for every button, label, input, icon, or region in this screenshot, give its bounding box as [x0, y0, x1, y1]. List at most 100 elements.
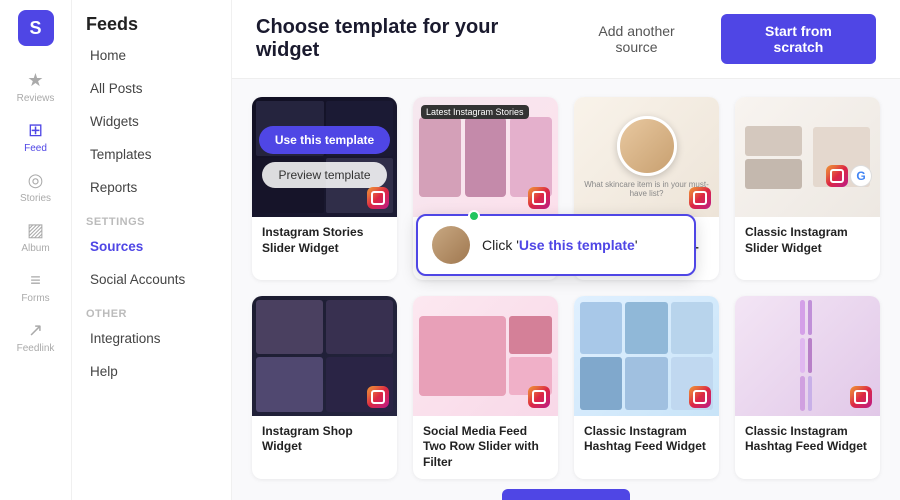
row-item [580, 357, 622, 410]
card-thumb-1: Latest Instagram Stories [413, 97, 558, 217]
forms-icon: ≡ [30, 270, 41, 291]
feedlink-icon: ↗ [28, 320, 43, 341]
google-icon-3: G [850, 165, 872, 187]
instagram-icon-5 [528, 386, 550, 408]
ugc-item [745, 159, 802, 189]
story-item [419, 117, 461, 197]
feed-icon: ⊞ [28, 120, 43, 141]
card-footer-0: Instagram Stories Slider Widget [252, 217, 397, 264]
platform-badges-3: G [826, 165, 872, 187]
template-card-1[interactable]: Latest Instagram Stories Instagram Stori… [413, 97, 558, 280]
reviews-icon: ★ [27, 70, 43, 91]
menu-item-reports[interactable]: Reports [76, 172, 227, 203]
card-title-0: Instagram Stories Slider Widget [262, 225, 387, 256]
social-accounts-label: Social Accounts [90, 272, 185, 287]
instagram-icon-7 [850, 386, 872, 408]
card-title-6: Classic Instagram Hashtag Feed Widget [584, 424, 709, 455]
ugc-col-1 [741, 120, 806, 195]
platform-badge-7 [850, 386, 872, 408]
preview-template-button-0[interactable]: Preview template [262, 162, 386, 188]
card-thumb-5 [413, 296, 558, 416]
sidebar-item-forms[interactable]: ≡ Forms [0, 262, 71, 312]
home-label: Home [90, 48, 126, 63]
card-title-4: Instagram Shop Widget [262, 424, 387, 455]
instagram-icon-0 [367, 187, 389, 209]
load-more-button[interactable]: Load more [502, 489, 630, 500]
sidebar-item-stories-label: Stories [20, 193, 51, 204]
sidebar-item-album[interactable]: ▨ Album [0, 212, 71, 262]
album-icon: ▨ [27, 220, 44, 241]
app-container: S ★ Reviews ⊞ Feed ◎ Stories ▨ Album ≡ F… [0, 0, 900, 500]
widgets-label: Widgets [90, 114, 139, 129]
instagram-icon-3 [826, 165, 848, 187]
sidebar-item-stories[interactable]: ◎ Stories [0, 162, 71, 212]
templates-grid: Use this template Preview template Insta… [252, 97, 880, 479]
sidebar-item-feed-label: Feed [24, 143, 47, 154]
instagram-icon-4 [367, 386, 389, 408]
card-title-1: Instagram Stories And Posts Popup Widget [423, 225, 548, 272]
thumb-cell [326, 300, 393, 355]
card-footer-2: Premium UGC Widget: Instagram + Google r… [574, 217, 719, 280]
main-content: Choose template for your widget Add anot… [232, 0, 900, 500]
template-card-0[interactable]: Use this template Preview template Insta… [252, 97, 397, 280]
add-source-button[interactable]: Add another source [564, 15, 709, 63]
header-actions: Add another source Start from scratch [564, 14, 876, 64]
page-header: Choose template for your widget Add anot… [232, 0, 900, 79]
hashtag-item [808, 376, 813, 411]
menu-item-sources[interactable]: Sources [76, 231, 227, 262]
latest-label: Latest Instagram Stories [421, 105, 529, 119]
sources-label: Sources [90, 239, 143, 254]
template-card-2[interactable]: What skincare item is in your must-have … [574, 97, 719, 280]
template-card-7[interactable]: Classic Instagram Hashtag Feed Widget [735, 296, 880, 479]
integrations-label: Integrations [90, 331, 161, 346]
card-thumb-0: Use this template Preview template [252, 97, 397, 217]
menu-item-home[interactable]: Home [76, 40, 227, 71]
stories-icon: ◎ [28, 170, 44, 191]
card-footer-6: Classic Instagram Hashtag Feed Widget [574, 416, 719, 463]
hashtag-item [808, 300, 813, 335]
menu-item-templates[interactable]: Templates [76, 139, 227, 170]
menu-item-integrations[interactable]: Integrations [76, 323, 227, 354]
content-area: Click 'Use this template' [232, 79, 900, 500]
hashtag-item [800, 300, 805, 335]
reports-label: Reports [90, 180, 137, 195]
story-item [510, 117, 552, 197]
card-title-7: Classic Instagram Hashtag Feed Widget [745, 424, 870, 455]
platform-badge-0 [367, 187, 389, 209]
platform-badge-1 [528, 187, 550, 209]
card-footer-7: Classic Instagram Hashtag Feed Widget [735, 416, 880, 463]
sidebar-item-reviews[interactable]: ★ Reviews [0, 62, 71, 112]
row-item [625, 302, 667, 355]
sidebar-item-feedlink[interactable]: ↗ Feedlink [0, 312, 71, 362]
app-logo[interactable]: S [18, 10, 54, 46]
card-title-3: Classic Instagram Slider Widget [745, 225, 870, 256]
template-card-4[interactable]: Instagram Shop Widget [252, 296, 397, 479]
template-card-3[interactable]: G Classic Instagram Slider Widget [735, 97, 880, 280]
two-row-1 [580, 302, 713, 355]
sidebar-item-feed[interactable]: ⊞ Feed [0, 112, 71, 162]
card-footer-1: Instagram Stories And Posts Popup Widget [413, 217, 558, 280]
templates-label: Templates [90, 147, 152, 162]
shop-side [509, 316, 552, 395]
thumb-hashtag-content [794, 296, 821, 416]
other-section-label: Other [72, 296, 231, 322]
start-from-scratch-button[interactable]: Start from scratch [721, 14, 876, 64]
thumb-cell [256, 300, 323, 355]
menu-item-all-posts[interactable]: All Posts [76, 73, 227, 104]
card-title-2: Premium UGC Widget: Instagram + Google r… [584, 225, 709, 272]
use-template-button-0[interactable]: Use this template [259, 126, 390, 154]
settings-section-label: Settings [72, 204, 231, 230]
sidebar-wide: Feeds Home All Posts Widgets Templates R… [72, 0, 232, 500]
menu-item-widgets[interactable]: Widgets [76, 106, 227, 137]
template-card-6[interactable]: Classic Instagram Hashtag Feed Widget [574, 296, 719, 479]
template-card-5[interactable]: Social Media Feed Two Row Slider with Fi… [413, 296, 558, 479]
instagram-icon-2 [689, 187, 711, 209]
shop-main-img [419, 316, 506, 396]
shop-side-item [509, 316, 552, 354]
menu-item-social-accounts[interactable]: Social Accounts [76, 264, 227, 295]
story-item [465, 117, 507, 197]
menu-item-help[interactable]: Help [76, 356, 227, 387]
hashtag-item [808, 338, 813, 373]
thumb-cell [256, 357, 323, 412]
row-item [671, 302, 713, 355]
